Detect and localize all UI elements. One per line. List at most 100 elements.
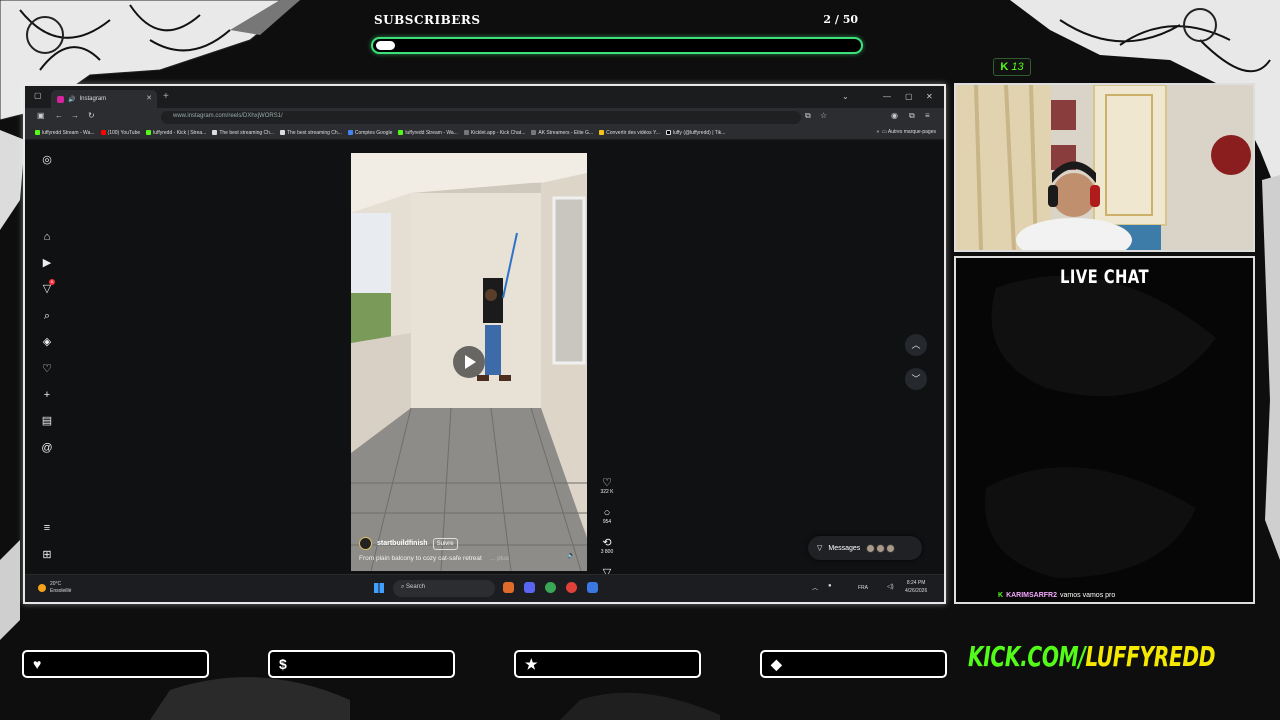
- start-button[interactable]: [374, 583, 384, 593]
- stream-overlay: SUBSCRIBERS 2 / 50 K 13 ▢ 🔊 Instagram ✕ …: [0, 0, 1280, 720]
- maximize-button[interactable]: ▢: [905, 92, 913, 101]
- taskbar-app-icon[interactable]: [545, 582, 556, 593]
- forward-icon[interactable]: →: [71, 111, 79, 120]
- live-chat-title: LIVE CHAT: [1060, 266, 1149, 288]
- play-button[interactable]: [453, 346, 485, 378]
- install-app-icon[interactable]: ⧉: [805, 111, 811, 121]
- taskbar-app-icon[interactable]: [587, 582, 598, 593]
- follow-button[interactable]: Suivre: [432, 537, 458, 550]
- explore-icon[interactable]: ◈: [40, 335, 54, 349]
- reel-caption-text: From plain balcony to cozy cat-safe retr…: [359, 555, 482, 562]
- close-window-button[interactable]: ✕: [926, 92, 933, 101]
- reload-icon[interactable]: ↻: [88, 111, 95, 120]
- gem-icon: ◆: [771, 656, 782, 672]
- kick-logo-icon: K: [1000, 61, 1009, 73]
- repost-count: 3 800: [600, 549, 614, 555]
- author-avatar[interactable]: [359, 537, 372, 550]
- new-tab-button[interactable]: +: [163, 91, 169, 102]
- home-icon[interactable]: ⌂: [40, 230, 54, 244]
- kick-channel-url: KICK.COM/LUFFYREDD: [968, 640, 1215, 673]
- bookmark-item[interactable]: luffyredd - Kick | Strea...: [146, 130, 206, 136]
- bookmark-item[interactable]: luffyredd Stream - Wa...: [398, 130, 458, 136]
- webcam-image: [956, 85, 1253, 250]
- author-name[interactable]: startbuildfinish: [377, 540, 428, 547]
- keyboard-language[interactable]: FRA: [858, 585, 868, 591]
- url-field[interactable]: www.instagram.com/reels/DXhxjWORS1/: [161, 111, 801, 124]
- tab-menu-icon[interactable]: ▢: [34, 91, 42, 100]
- create-icon[interactable]: +: [40, 388, 54, 402]
- taskbar-app-icon[interactable]: [524, 582, 535, 593]
- bookmark-item[interactable]: AK Streamers - Elite G...: [531, 130, 593, 136]
- comment-count: 954: [602, 519, 612, 525]
- bookmark-item[interactable]: The best streaming Ch...: [212, 130, 274, 136]
- kick-viewer-badge: K 13: [993, 58, 1031, 76]
- tab-instagram[interactable]: 🔊 Instagram ✕: [51, 90, 157, 108]
- taskbar-app-icon[interactable]: [503, 582, 514, 593]
- instagram-logo-icon[interactable]: ◎: [40, 153, 54, 167]
- chat-background-art: [956, 258, 1253, 602]
- messages-button[interactable]: ▽ Messages: [808, 536, 922, 560]
- repost-action[interactable]: ⟲ 3 800: [597, 537, 617, 555]
- instagram-page: ◎ ⌂ ▶ ▽ 6 ⌕ ◈ ♡ + ▤ @ ≡ ⊞ startbuildfini…: [25, 141, 944, 579]
- more-menu-icon[interactable]: ≡: [40, 521, 54, 535]
- heart-icon: ♡: [602, 477, 612, 489]
- bookmark-item[interactable]: (100) YouTube: [100, 130, 140, 136]
- other-bookmarks[interactable]: » ▭ Autres marque-pages: [877, 129, 937, 135]
- bookmark-item[interactable]: luffy (@luffyredd) | Tik...: [665, 130, 725, 136]
- dashboard-icon[interactable]: ▤: [40, 414, 54, 428]
- windows-taskbar: 20°C Ensoleillé ⌕ Search ︿ ● FRA ◁) 8:24 …: [25, 574, 944, 602]
- chat-message: K KARIMSARFR2 vamos vamos pro: [998, 592, 1115, 599]
- like-action[interactable]: ♡ 322 K: [597, 477, 617, 495]
- live-chat-panel: LIVE CHAT K KARIMSARFR2 vamos vamos pro: [954, 256, 1255, 604]
- message-avatars: [866, 543, 896, 553]
- bookmark-star-icon[interactable]: ☆: [820, 111, 827, 120]
- browser-menu-icon[interactable]: ≡: [925, 111, 930, 120]
- sidebar-toggle-icon[interactable]: ▣: [37, 111, 45, 120]
- minimize-button[interactable]: —: [883, 92, 891, 101]
- webcam-feed: [954, 83, 1255, 252]
- bookmark-item[interactable]: luffyredd Stream - Wa...: [35, 130, 95, 136]
- kick-viewer-count: 13: [1011, 61, 1024, 73]
- also-from-meta-icon[interactable]: ⊞: [40, 548, 54, 562]
- donation-goal-box: $: [268, 650, 455, 678]
- bookmark-item[interactable]: Comptes Google: [347, 130, 392, 136]
- bookmark-item[interactable]: Convertir des vidéos Y...: [599, 130, 660, 136]
- extensions-icon[interactable]: ⧉: [909, 111, 915, 121]
- taskbar-search[interactable]: ⌕ Search: [393, 580, 495, 597]
- mic-icon[interactable]: ●: [828, 583, 832, 589]
- volume-icon[interactable]: ◁): [887, 583, 894, 590]
- mute-icon[interactable]: 🔈: [567, 551, 576, 559]
- search-icon[interactable]: ⌕: [40, 309, 54, 323]
- comment-action[interactable]: ○ 954: [597, 507, 617, 525]
- tab-title: Instagram: [79, 96, 107, 102]
- gem-goal-box: ◆: [760, 650, 947, 678]
- clock-date: 4/26/2026: [905, 588, 928, 594]
- comment-icon: ○: [603, 507, 611, 519]
- clock[interactable]: 8:24 PM 4/26/2026: [905, 579, 927, 595]
- messages-label: Messages: [828, 544, 861, 552]
- bookmark-item[interactable]: Kicklet.app - Kick Chat...: [463, 130, 525, 136]
- notifications-heart-icon[interactable]: ♡: [40, 362, 54, 376]
- weather-widget[interactable]: 20°C Ensoleillé: [38, 581, 71, 595]
- clock-time: 8:24 PM: [906, 580, 926, 586]
- tab-list-icon[interactable]: ⌄: [842, 92, 849, 101]
- star-goal-box: ★: [514, 650, 701, 678]
- subscribers-progress-fill: [376, 41, 395, 50]
- caption-more-link[interactable]: ... plus: [490, 555, 509, 562]
- reel-video[interactable]: startbuildfinish Suivre From plain balco…: [351, 153, 587, 571]
- back-icon[interactable]: ←: [55, 111, 63, 120]
- chat-username[interactable]: KARIMSARFR2: [1006, 592, 1057, 599]
- threads-icon[interactable]: @: [40, 441, 54, 455]
- kick-icon: K: [998, 592, 1004, 599]
- chat-text: vamos vamos pro: [1060, 592, 1116, 599]
- next-reel-button[interactable]: ﹀: [905, 368, 927, 390]
- previous-reel-button[interactable]: ︿: [905, 334, 927, 356]
- taskbar-app-icon[interactable]: [566, 582, 577, 593]
- kick-url-prefix: KICK.COM/: [968, 640, 1086, 673]
- close-tab-icon[interactable]: ✕: [146, 94, 152, 102]
- bookmark-item[interactable]: The best streaming Ch...: [280, 130, 342, 136]
- subscribers-goal-title: SUBSCRIBERS: [374, 13, 481, 27]
- reels-icon[interactable]: ▶: [40, 256, 54, 270]
- profile-icon[interactable]: ◉: [891, 111, 898, 120]
- tray-overflow-icon[interactable]: ︿: [812, 583, 818, 592]
